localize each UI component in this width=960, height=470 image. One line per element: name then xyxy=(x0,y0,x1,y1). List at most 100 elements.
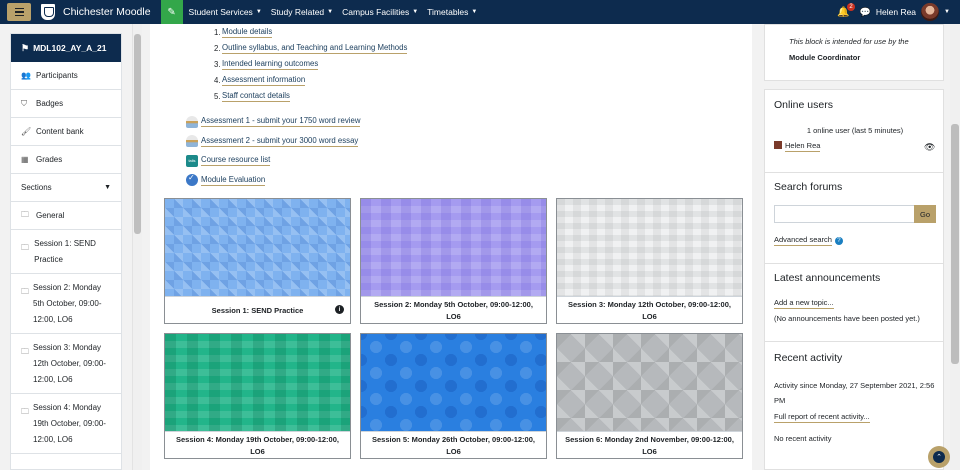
notification-count-badge: 2 xyxy=(847,2,855,11)
shield-icon: ⛉ xyxy=(21,98,27,108)
link-staff-contact[interactable]: Staff contact details xyxy=(222,91,290,102)
caret-down-icon: ▼ xyxy=(471,9,478,15)
section-tile-1[interactable]: Session 1: SEND Practice i xyxy=(164,198,351,324)
info-icon[interactable]: i xyxy=(335,305,344,314)
back-to-top-button[interactable]: ⌃ xyxy=(928,446,950,468)
talis-icon: talis xyxy=(186,154,198,167)
drawer-course-link[interactable]: ⚑ MDL102_AY_A_21 xyxy=(11,34,121,62)
pencil-icon: ✎ xyxy=(167,6,176,18)
drawer-item-grades[interactable]: ▦ Grades xyxy=(11,146,121,174)
activity-resource-list[interactable]: talis Course resource list xyxy=(186,151,360,171)
feedback-icon xyxy=(186,173,198,187)
advanced-search-link[interactable]: Advanced search? xyxy=(774,235,843,246)
drawer-item-participants[interactable]: 👥 Participants xyxy=(11,62,121,90)
page-scrollbar[interactable] xyxy=(950,24,960,470)
top-navbar: Chichester Moodle ✎ Student Services ▼ St… xyxy=(0,0,960,24)
activity-assessment-1[interactable]: Assessment 1 - submit your 1750 word rev… xyxy=(186,112,361,132)
link-outline-syllabus[interactable]: Outline syllabus, and Teaching and Learn… xyxy=(222,43,408,54)
drawer-section-general[interactable]: 🗀 General xyxy=(11,202,121,230)
link-learning-outcomes[interactable]: Intended learning outcomes xyxy=(222,59,319,70)
notifications-button[interactable]: 🔔 2 xyxy=(837,2,855,18)
course-content: 1. Module details 2. Outline syllabus, and… xyxy=(150,24,752,470)
link-module-details[interactable]: Module details xyxy=(222,27,273,38)
list-item: 1. Module details xyxy=(214,26,273,38)
add-topic-link[interactable]: Add a new topic... xyxy=(774,298,834,309)
module-outline-list: 1. Module details 2. Outline syllabus, and… xyxy=(214,24,408,104)
messages-button[interactable]: 💬 xyxy=(860,7,871,18)
list-item: 2. Outline syllabus, and Teaching and Lea… xyxy=(214,42,408,54)
drawer-scrollbar[interactable] xyxy=(132,24,142,470)
folder-icon: 🗀 xyxy=(21,209,29,219)
site-brand[interactable]: Chichester Moodle xyxy=(63,6,151,18)
list-item: 3. Intended learning outcomes xyxy=(214,58,319,70)
caret-down-icon: ▼ xyxy=(104,184,111,191)
folder-icon: 🗀 xyxy=(21,287,29,296)
section-tile-5[interactable]: Session 5: Monday 26th October, 09:00-12… xyxy=(360,333,547,459)
drawer-sections-toggle[interactable]: Sections ▼ xyxy=(11,174,121,202)
drawer-section-2[interactable]: 🗀 Session 2: Monday 5th October, 09:00-12… xyxy=(11,274,121,334)
tile-pattern-image xyxy=(361,199,546,297)
user-menu-caret-icon[interactable]: ▼ xyxy=(944,9,950,15)
user-avatar[interactable] xyxy=(921,3,940,21)
tile-pattern-image xyxy=(361,334,546,432)
drawer-section-4[interactable]: 🗀 Session 4: Monday 19th October, 09:00-1… xyxy=(11,394,121,454)
coordinator-block: This block is intended for use by the Mo… xyxy=(764,24,944,81)
caret-down-icon: ▼ xyxy=(412,9,419,15)
list-item: 4. Assessment information xyxy=(214,74,306,86)
caret-down-icon: ▼ xyxy=(327,9,334,15)
page-scrollbar-thumb[interactable] xyxy=(951,124,959,364)
menu-student-services[interactable]: Student Services ▼ xyxy=(189,7,262,17)
table-icon: ▦ xyxy=(21,155,29,164)
folder-icon: 🗀 xyxy=(21,407,29,416)
list-item: 5. Staff contact details xyxy=(214,90,290,102)
tile-pattern-image xyxy=(557,334,742,432)
drawer-section-3[interactable]: 🗀 Session 3: Monday 12th October, 09:00-1… xyxy=(11,334,121,394)
user-avatar xyxy=(774,141,782,149)
menu-timetables[interactable]: Timetables ▼ xyxy=(427,7,477,17)
activity-assessment-2[interactable]: Assessment 2 - submit your 3000 word ess… xyxy=(186,132,360,152)
online-user-link[interactable]: Helen Rea xyxy=(774,141,821,152)
activity-module-evaluation[interactable]: Module Evaluation xyxy=(186,171,360,191)
block-title: Search forums xyxy=(774,181,843,193)
folder-icon: 🗀 xyxy=(21,243,29,252)
help-icon[interactable]: ? xyxy=(834,237,843,245)
flag-icon: ⚑ xyxy=(21,42,30,53)
paintbrush-icon: 🖌 xyxy=(21,127,32,136)
full-report-link[interactable]: Full report of recent activity... xyxy=(774,412,870,423)
drawer-item-badges[interactable]: ⛉ Badges xyxy=(11,90,121,118)
section-tile-4[interactable]: Session 4: Monday 19th October, 09:00-12… xyxy=(164,333,351,459)
chat-bubble-icon: 💬 xyxy=(859,6,871,17)
assignment-icon xyxy=(186,115,198,128)
section-tile-2[interactable]: Session 2: Monday 5th October, 09:00-12:… xyxy=(360,198,547,324)
menu-study-related[interactable]: Study Related ▼ xyxy=(271,7,333,17)
menu-campus-facilities[interactable]: Campus Facilities ▼ xyxy=(342,7,418,17)
block-title: Latest announcements xyxy=(774,272,881,284)
recent-activity-block: Recent activity Activity since Monday, 2… xyxy=(764,341,944,470)
assignment-icon xyxy=(186,135,198,148)
drawer-item-content-bank[interactable]: 🖌 Content bank xyxy=(11,118,121,146)
section-tile-3[interactable]: Session 3: Monday 12th October, 09:00-12… xyxy=(556,198,743,324)
chevron-up-icon: ⌃ xyxy=(933,451,945,463)
section-tile-6[interactable]: Session 6: Monday 2nd November, 09:00-12… xyxy=(556,333,743,459)
search-go-button[interactable]: Go xyxy=(914,205,936,223)
forum-search-input[interactable] xyxy=(774,205,915,223)
link-assessment-information[interactable]: Assessment information xyxy=(222,75,306,86)
drawer-scrollbar-thumb[interactable] xyxy=(134,34,141,234)
university-logo-icon[interactable] xyxy=(41,4,55,20)
block-title: Recent activity xyxy=(774,352,843,364)
folder-icon: 🗀 xyxy=(21,347,29,356)
tile-pattern-image xyxy=(165,334,350,432)
user-name[interactable]: Helen Rea xyxy=(876,7,916,17)
activity-list: Assessment 1 - submit your 1750 word rev… xyxy=(186,112,361,191)
caret-down-icon: ▼ xyxy=(255,9,262,15)
users-icon: 👥 xyxy=(21,71,31,80)
main-gutter xyxy=(752,24,762,470)
drawer-section-1[interactable]: 🗀 Session 1: SEND Practice xyxy=(11,230,121,274)
eye-icon[interactable]: 👁 xyxy=(924,142,935,153)
tile-pattern-image xyxy=(557,199,742,297)
block-title: Online users xyxy=(774,99,833,111)
edit-mode-button[interactable]: ✎ xyxy=(160,0,183,24)
menu-toggle-button[interactable] xyxy=(7,3,31,21)
tile-pattern-image xyxy=(165,199,350,297)
course-navigation-drawer: ⚑ MDL102_AY_A_21 👥 Participants ⛉ Badges 🖌 C… xyxy=(10,33,122,470)
